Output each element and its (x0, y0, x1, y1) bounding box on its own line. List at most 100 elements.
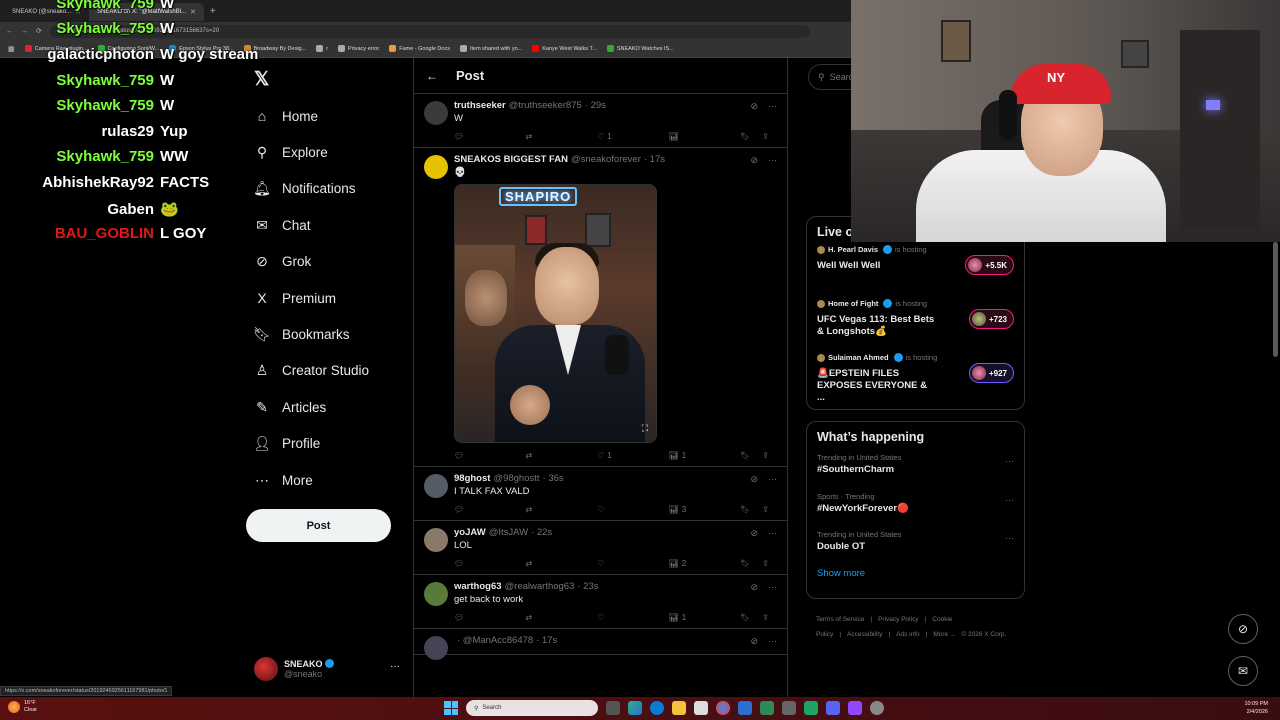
app-icon[interactable] (870, 701, 884, 715)
bookmark-item[interactable]: Fame - Google Docs (389, 45, 450, 52)
like-button[interactable]: ♡ (597, 613, 623, 622)
trend-item[interactable]: Trending in United States Double OT ··· (807, 523, 1024, 562)
messages-icon[interactable]: ✉ (1228, 656, 1258, 686)
app-icon[interactable] (848, 701, 862, 715)
views-button[interactable]: 📊︎ 2 (669, 559, 695, 568)
avatar[interactable] (424, 636, 448, 660)
nav-item-articles[interactable]: ✎ Articles (250, 389, 410, 425)
footer-link[interactable]: Ads info (896, 631, 920, 638)
author-name[interactable]: warthog63 (454, 581, 502, 592)
account-switcher[interactable]: SNEAKO @sneako ··· (254, 655, 404, 683)
bookmark-icon[interactable]: 🔖︎ (740, 132, 750, 141)
tweet-time[interactable]: · 17s (644, 154, 665, 165)
more-options-icon[interactable]: ··· (768, 528, 777, 539)
discord-icon[interactable] (826, 701, 840, 715)
store-icon[interactable] (694, 701, 708, 715)
nav-item-home[interactable]: ⌂ Home (250, 98, 410, 134)
more-options-icon[interactable]: ··· (1005, 533, 1014, 543)
footer-link[interactable]: © 2026 X Corp. (961, 631, 1006, 638)
live-space-item[interactable]: Sulaiman Ahmed is hosting 🚨EPSTEIN FILES E… (807, 349, 1024, 403)
views-button[interactable]: 📊︎ 3 (669, 505, 695, 514)
reply-tweet[interactable]: truthseeker @truthseeker875 · 29s ⊘ ··· W 💬︎ ⇄ ♡… (414, 94, 787, 148)
bookmark-item[interactable]: SNEAKO Watches IS... (606, 45, 674, 52)
repost-button[interactable]: ⇄ (526, 613, 552, 622)
listener-count-pill[interactable]: +723 (968, 309, 1014, 329)
nav-item-grok[interactable]: ⊘ Grok (250, 244, 410, 280)
author-handle[interactable]: @98ghostt (493, 473, 539, 484)
live-space-item[interactable]: H. Pearl Davis is hosting Well Well Well +5… (807, 241, 1024, 295)
repost-button[interactable]: ⇄ (526, 132, 552, 141)
author-name[interactable]: SNEAKOS BIGGEST FAN (454, 154, 568, 165)
reply-tweet[interactable]: · @ManAcc86478 · 17s ⊘ ··· (414, 629, 787, 660)
show-more-link[interactable]: Show more (807, 562, 1024, 589)
tweet-time[interactable]: · 22s (531, 527, 552, 538)
more-options-icon[interactable]: ··· (768, 101, 777, 112)
like-button[interactable]: ♡ 1 (597, 451, 623, 460)
file-explorer-icon[interactable] (672, 701, 686, 715)
bookmark-icon[interactable]: 🔖︎ (740, 613, 750, 622)
share-icon[interactable]: ⇪ (762, 451, 769, 460)
grok-icon[interactable]: ⊘ (750, 101, 758, 112)
nav-item-notifications[interactable]: 🔔︎ Notifications (250, 171, 410, 207)
author-handle[interactable]: @ItsJAW (489, 527, 528, 538)
back-arrow-icon[interactable]: ← (426, 69, 438, 83)
bookmark-item[interactable]: r (316, 45, 328, 52)
edge-icon[interactable] (650, 701, 664, 715)
views-button[interactable]: 📊︎ 1 (669, 451, 695, 460)
post-button[interactable]: Post (246, 509, 391, 542)
nav-item-explore[interactable]: ⚲ Explore (250, 134, 410, 170)
more-options-icon[interactable]: ··· (768, 155, 777, 166)
footer-link[interactable]: More ... (933, 631, 955, 638)
more-options-icon[interactable]: ··· (1005, 495, 1014, 505)
app-icon[interactable] (782, 701, 796, 715)
more-options-icon[interactable]: ··· (390, 661, 400, 672)
taskbar-search[interactable]: ⚲ Search (466, 700, 598, 716)
footer-link[interactable]: Terms of Service (816, 616, 864, 623)
nav-item-chat[interactable]: ✉ Chat (250, 207, 410, 243)
bookmark-icon[interactable]: 🔖︎ (740, 505, 750, 514)
share-icon[interactable]: ⇪ (762, 613, 769, 622)
reply-button[interactable]: 💬︎ (454, 505, 480, 514)
windows-start-icon[interactable] (444, 701, 458, 715)
more-options-icon[interactable]: ··· (1005, 456, 1014, 466)
author-name[interactable]: 98ghost (454, 473, 490, 484)
avatar[interactable] (424, 528, 448, 552)
bookmark-icon[interactable]: 🔖︎ (740, 559, 750, 568)
trend-item[interactable]: Sports · Trending #NewYorkForever🔴 ··· (807, 485, 1024, 524)
nav-item-profile[interactable]: 👤︎ Profile (250, 426, 410, 462)
author-name[interactable]: yoJAW (454, 527, 486, 538)
app-icon[interactable] (738, 701, 752, 715)
x-logo-icon[interactable]: 𝕏 (254, 68, 272, 90)
avatar[interactable] (424, 155, 448, 179)
like-button[interactable]: ♡ (597, 559, 623, 568)
grok-icon[interactable]: ⊘ (750, 636, 758, 647)
nav-item-creator-studio[interactable]: ♙ Creator Studio (250, 353, 410, 389)
repost-button[interactable]: ⇄ (526, 505, 552, 514)
author-handle[interactable]: @realwarthog63 (505, 581, 575, 592)
author-name[interactable]: truthseeker (454, 100, 506, 111)
reply-tweet[interactable]: SNEAKOS BIGGEST FAN @sneakoforever · 17s ⊘ ·… (414, 148, 787, 467)
weather-widget[interactable]: 16°F Clear (8, 700, 37, 714)
repost-button[interactable]: ⇄ (526, 451, 552, 460)
nav-item-more[interactable]: ⋯ More (250, 462, 410, 498)
grok-icon[interactable]: ⊘ (750, 582, 758, 593)
share-icon[interactable]: ⇪ (762, 559, 769, 568)
chrome-icon[interactable] (716, 701, 730, 715)
author-handle[interactable]: @truthseeker875 (509, 100, 582, 111)
trend-item[interactable]: Trending in United States #SouthernCharm ·… (807, 446, 1024, 485)
avatar[interactable] (424, 582, 448, 606)
tweet-time[interactable]: · 36s (543, 473, 564, 484)
avatar[interactable] (424, 101, 448, 125)
nav-item-premium[interactable]: X Premium (250, 280, 410, 316)
reply-tweet[interactable]: yoJAW @ItsJAW · 22s ⊘ ··· LOL 💬︎ ⇄ ♡ 📊︎ 2 🔖︎ ⇪ (414, 521, 787, 575)
listener-count-pill[interactable]: +927 (968, 363, 1014, 383)
image-badge-icon[interactable]: ⛶ (642, 423, 648, 434)
reply-button[interactable]: 💬︎ (454, 451, 480, 460)
views-button[interactable]: 📊︎ (669, 132, 695, 141)
footer-link[interactable]: Accessibility (847, 631, 882, 638)
views-button[interactable]: 📊︎ 1 (669, 613, 695, 622)
reply-tweet[interactable]: 98ghost @98ghostt · 36s ⊘ ··· I TALK FAX VALD… (414, 467, 787, 521)
tweet-time[interactable]: · 29s (585, 100, 606, 111)
reply-button[interactable]: 💬︎ (454, 613, 480, 622)
bookmark-item[interactable]: Privacy error (338, 45, 379, 52)
